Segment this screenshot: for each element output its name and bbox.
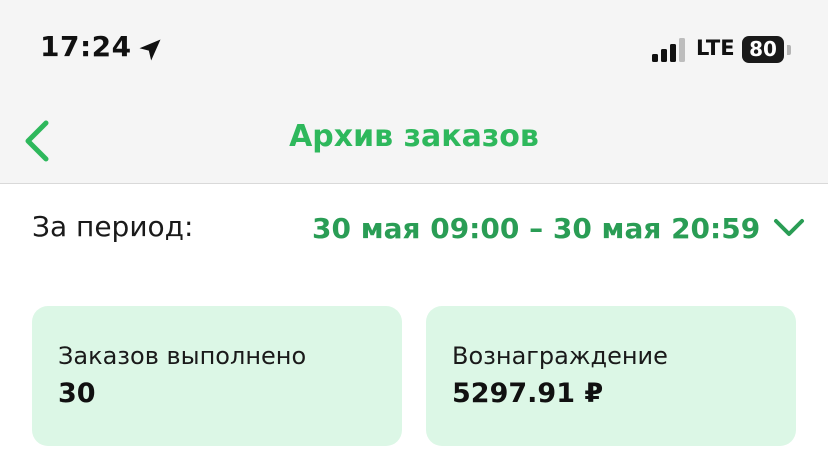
orders-completed-label: Заказов выполнено: [58, 342, 307, 370]
battery-level: 80: [749, 37, 777, 61]
network-type: LTE: [696, 36, 735, 60]
reward-card: Вознаграждение 5297.91 ₽: [426, 306, 796, 446]
battery-tip: [787, 45, 791, 55]
period-label: За период:: [32, 210, 194, 243]
location-arrow-icon: [139, 39, 161, 61]
orders-completed-card: Заказов выполнено 30: [32, 306, 402, 446]
status-time: 17:24: [40, 30, 132, 63]
header: 17:24 LTE 80 Архив заказов: [0, 0, 828, 184]
chevron-down-icon[interactable]: [772, 216, 806, 240]
reward-value: 5297.91 ₽: [452, 378, 604, 409]
signal-bars-icon: [652, 38, 685, 62]
reward-label: Вознаграждение: [452, 342, 668, 370]
period-selector[interactable]: 30 мая 09:00 – 30 мая 20:59: [312, 206, 806, 250]
page-title: Архив заказов: [289, 119, 539, 154]
battery-icon: 80: [742, 36, 784, 63]
period-value[interactable]: 30 мая 09:00 – 30 мая 20:59: [312, 212, 760, 245]
orders-completed-value: 30: [58, 378, 96, 409]
